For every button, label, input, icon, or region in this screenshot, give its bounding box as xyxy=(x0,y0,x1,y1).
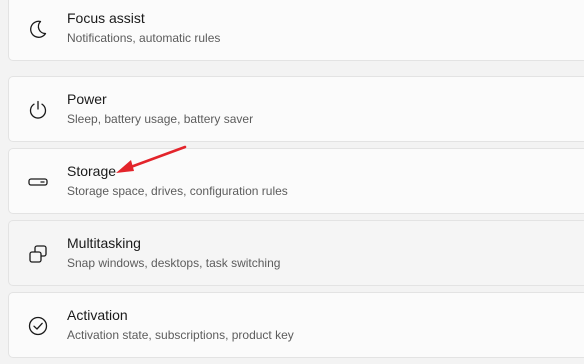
power-icon xyxy=(27,99,49,121)
settings-item-subtitle: Notifications, automatic rules xyxy=(67,31,221,45)
settings-item-power[interactable]: Power Sleep, battery usage, battery save… xyxy=(8,76,584,142)
settings-item-activation[interactable]: Activation Activation state, subscriptio… xyxy=(8,292,584,358)
settings-item-storage[interactable]: Storage Storage space, drives, configura… xyxy=(8,148,584,214)
multitasking-icon xyxy=(27,243,49,265)
settings-item-title: Storage xyxy=(67,163,117,179)
settings-item-subtitle: Storage space, drives, configuration rul… xyxy=(67,184,288,198)
settings-item-title: Focus assist xyxy=(67,10,145,26)
moon-icon xyxy=(27,18,49,40)
settings-item-multitasking[interactable]: Multitasking Snap windows, desktops, tas… xyxy=(8,220,584,286)
settings-list: Focus assist Notifications, automatic ru… xyxy=(8,0,584,364)
settings-item-subtitle: Sleep, battery usage, battery saver xyxy=(67,112,254,126)
settings-item-title: Activation xyxy=(67,307,128,323)
settings-item-subtitle: Snap windows, desktops, task switching xyxy=(67,256,281,270)
activation-check-icon xyxy=(27,315,49,337)
settings-item-title: Multitasking xyxy=(67,235,141,251)
settings-item-focus-assist[interactable]: Focus assist Notifications, automatic ru… xyxy=(8,0,584,61)
storage-drive-icon xyxy=(27,171,49,193)
settings-item-subtitle: Activation state, subscriptions, product… xyxy=(67,328,294,342)
settings-item-title: Power xyxy=(67,91,107,107)
